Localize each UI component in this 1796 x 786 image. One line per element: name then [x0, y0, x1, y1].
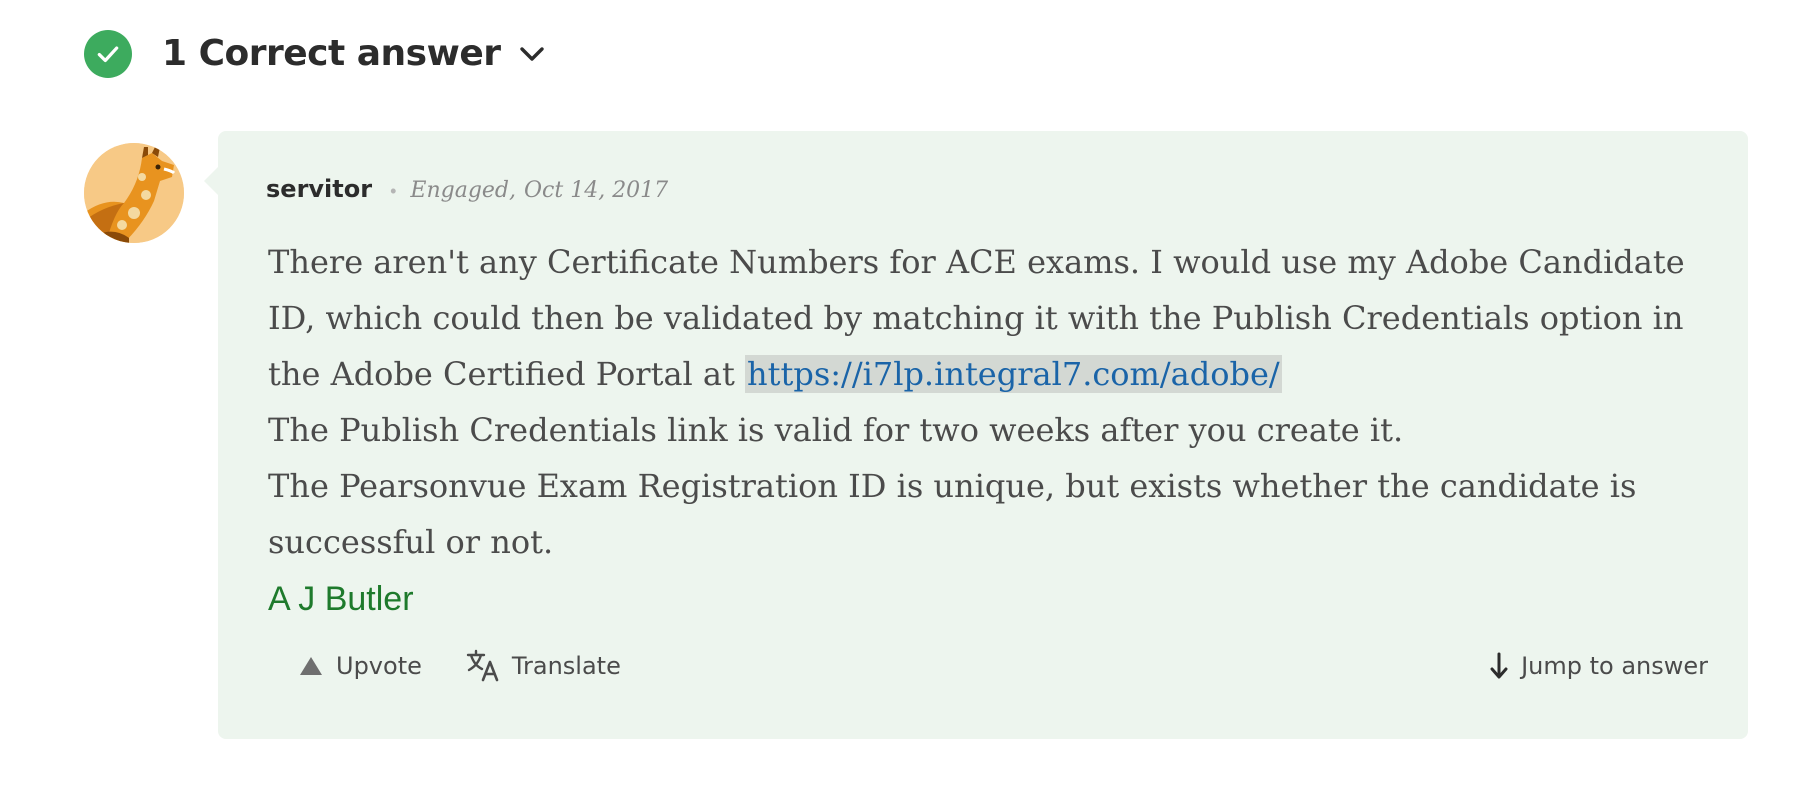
card-pointer [204, 167, 218, 195]
giraffe-avatar-icon [84, 143, 184, 243]
answer-card: servitor • Engaged, Oct 14, 2017 There a… [204, 131, 1748, 739]
answer-body: There aren't any Certificate Numbers for… [268, 234, 1728, 626]
jump-to-answer-button[interactable]: Jump to answer [1489, 652, 1708, 680]
body-paragraph-3: The Pearsonvue Exam Registration ID is u… [268, 467, 1637, 561]
chevron-down-icon[interactable] [517, 39, 547, 69]
signature: A J Butler [268, 580, 414, 618]
post-date: Oct 14, 2017 [524, 178, 669, 203]
correct-answers-header[interactable]: 1 Correct answer [84, 28, 547, 80]
upvote-label: Upvote [336, 652, 422, 680]
answer-actions: Upvote Translate Jump to answer [298, 641, 1708, 691]
body-paragraph-1: There aren't any Certificate Numbers for… [268, 234, 1728, 402]
check-circle-icon [84, 30, 132, 78]
arrow-down-icon [1489, 652, 1509, 680]
upvote-button[interactable]: Upvote [298, 652, 422, 680]
author-name[interactable]: servitor [266, 175, 372, 203]
translate-icon [466, 649, 500, 683]
portal-link[interactable]: https://i7lp.integral7.com/adobe/ [745, 355, 1282, 393]
jump-to-answer-label: Jump to answer [1521, 652, 1708, 680]
translate-button[interactable]: Translate [466, 649, 621, 683]
correct-answers-title[interactable]: 1 Correct answer [162, 28, 501, 80]
author-rank: Engaged [410, 178, 510, 203]
translate-label: Translate [511, 652, 621, 680]
body-paragraph-2: The Publish Credentials link is valid fo… [268, 411, 1404, 449]
avatar[interactable] [84, 143, 184, 243]
date-separator: , [509, 178, 517, 203]
answer-meta: servitor • Engaged, Oct 14, 2017 [266, 175, 668, 203]
meta-separator: • [390, 181, 397, 201]
triangle-up-icon [298, 655, 324, 677]
